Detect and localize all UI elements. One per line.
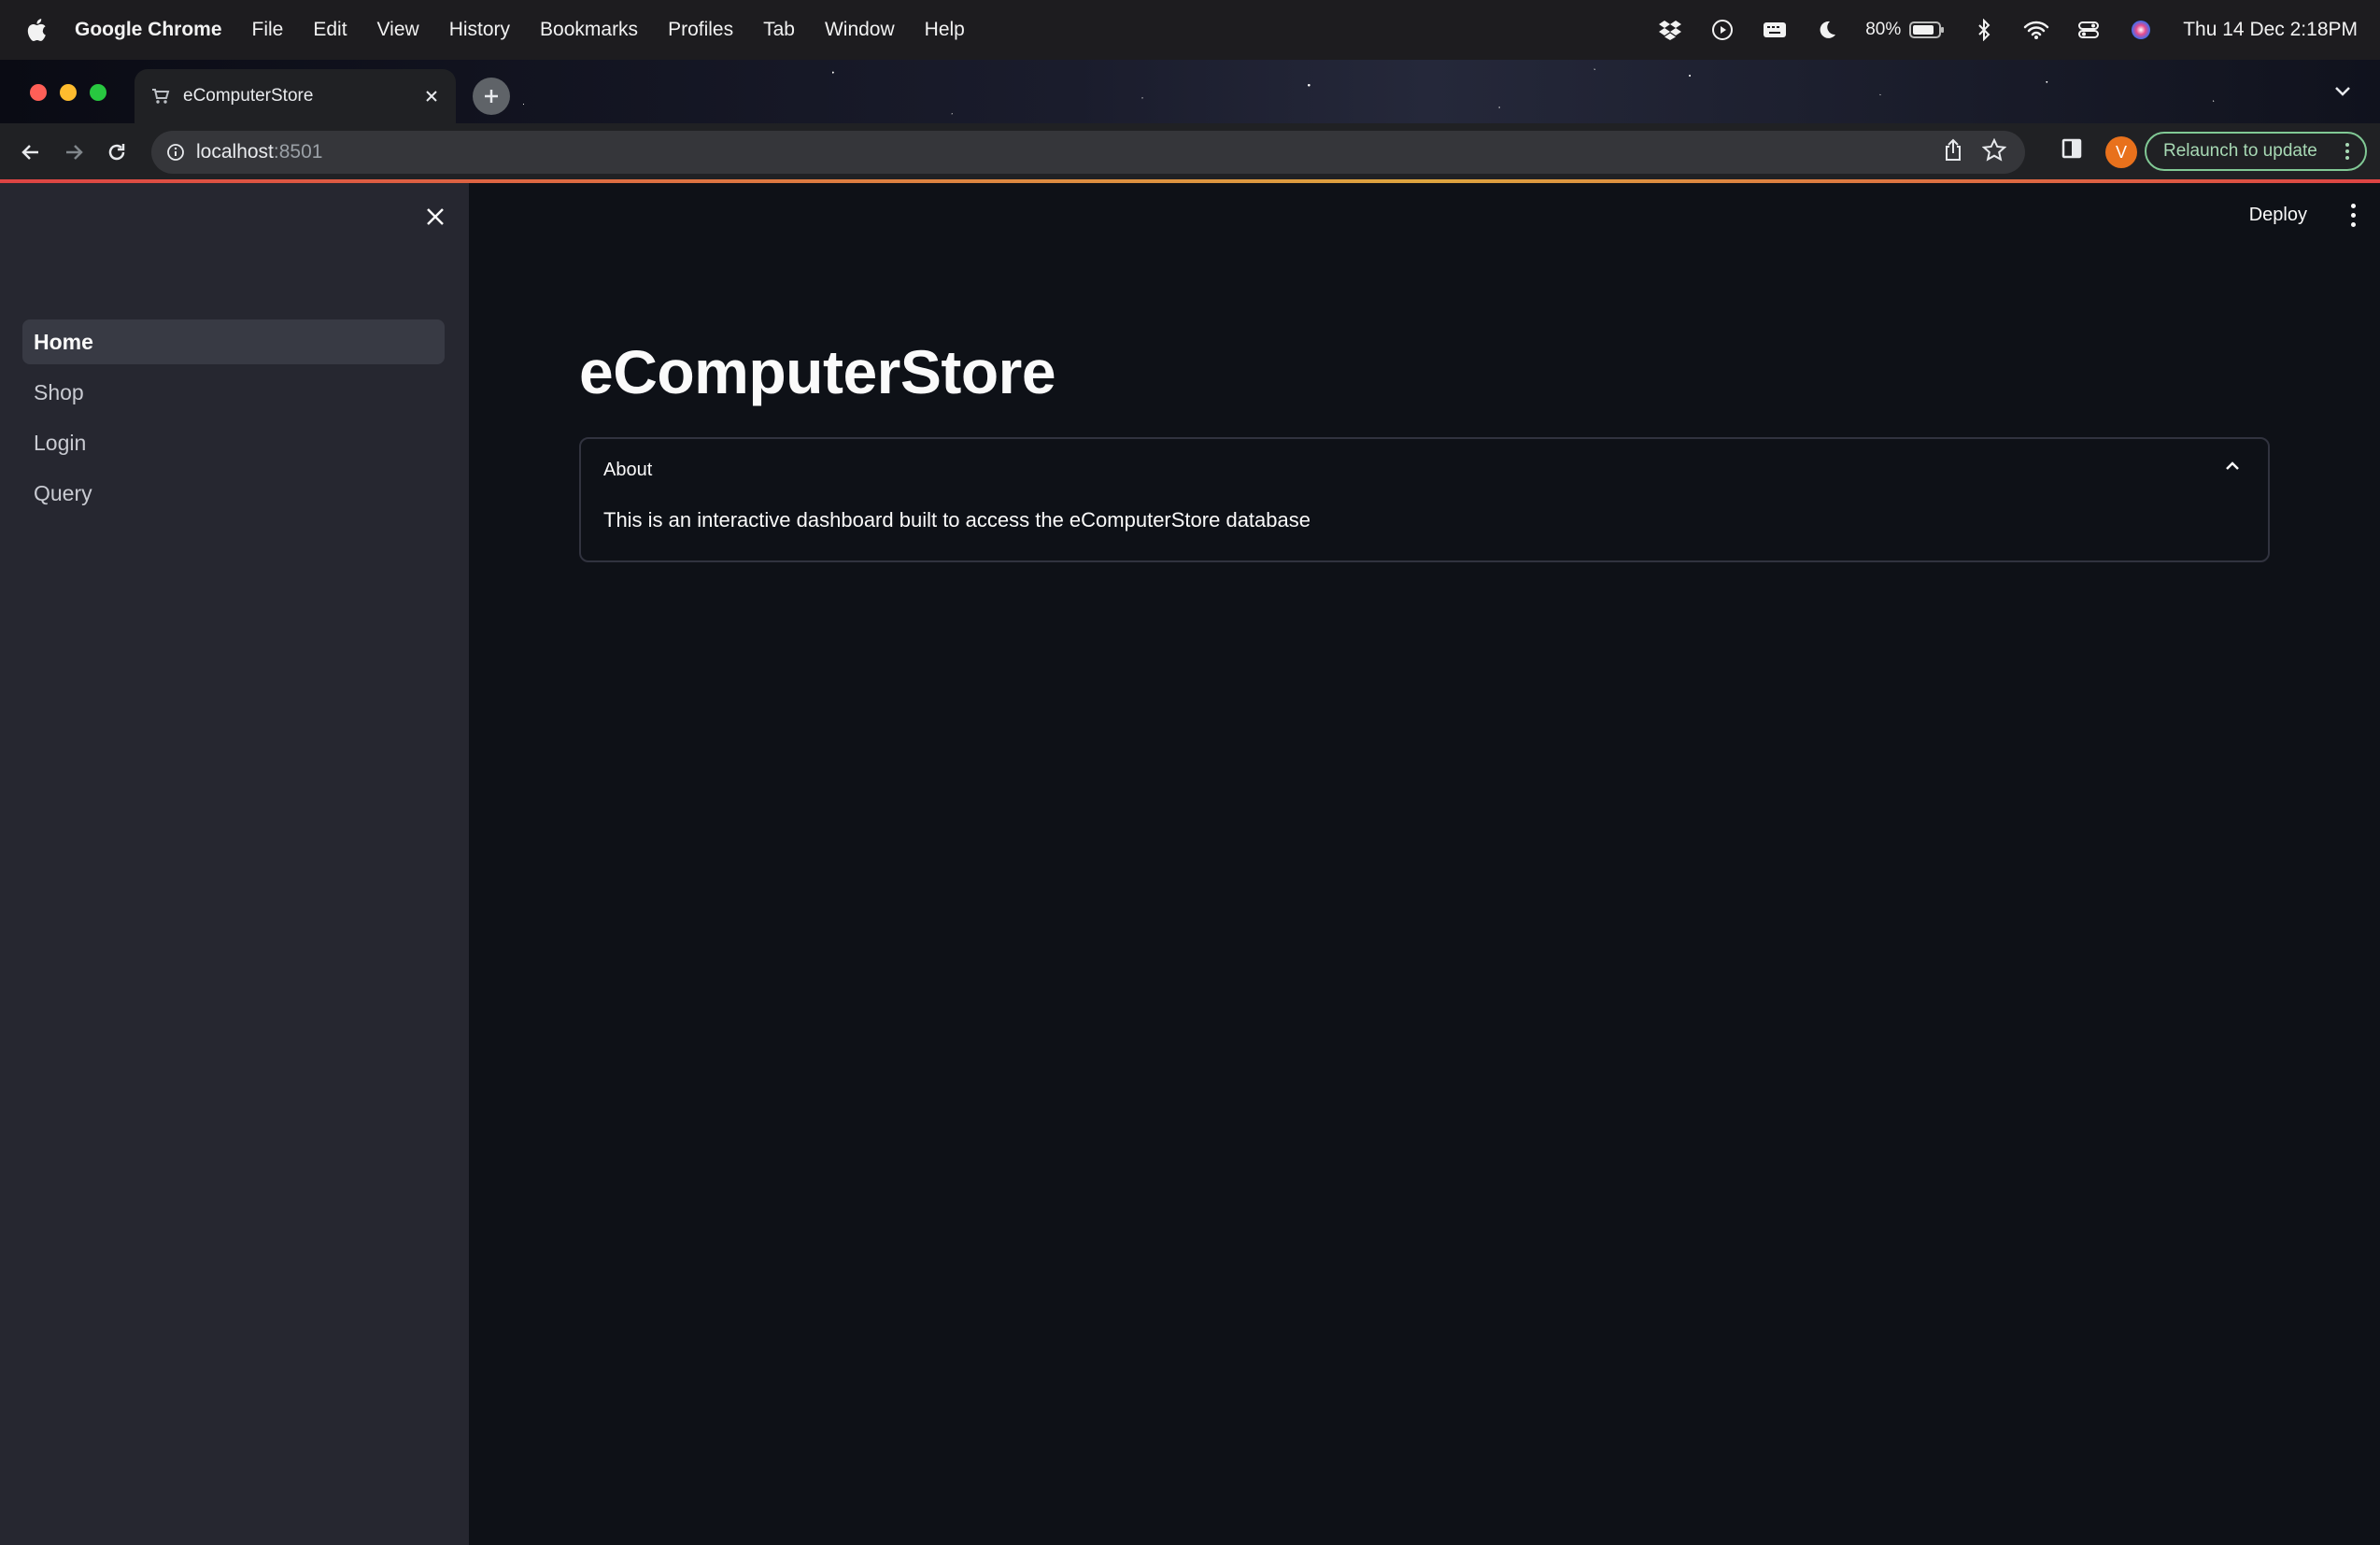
macos-menu-bar: Google Chrome File Edit View History Boo…: [0, 0, 2380, 60]
menubar-status-area: 80% Thu 14 Dec 2:18PM: [1656, 0, 2358, 60]
browser-tab-active[interactable]: eComputerStore: [135, 69, 456, 123]
sidebar-item-query[interactable]: Query: [22, 471, 445, 516]
play-circle-icon[interactable]: [1708, 16, 1736, 44]
back-arrow-icon[interactable]: [17, 138, 45, 166]
menu-tab[interactable]: Tab: [763, 19, 795, 41]
menu-history[interactable]: History: [449, 19, 510, 41]
relaunch-label: Relaunch to update: [2163, 141, 2317, 161]
wifi-icon[interactable]: [2022, 16, 2050, 44]
forward-arrow-icon[interactable]: [60, 138, 88, 166]
battery-percentage: 80%: [1865, 20, 1902, 39]
menu-edit[interactable]: Edit: [313, 19, 347, 41]
main-menu-icon[interactable]: [2348, 203, 2358, 227]
tab-title: eComputerStore: [183, 86, 314, 106]
app-sidebar: Home Shop Login Query: [0, 183, 469, 1545]
plus-icon: [485, 90, 498, 103]
address-bar-actions: [1943, 137, 2007, 167]
menu-view[interactable]: View: [377, 19, 419, 41]
chevron-up-icon[interactable]: [2223, 460, 2242, 477]
cart-icon: [151, 88, 170, 105]
tab-search-chevron-icon[interactable]: [2333, 84, 2352, 102]
site-info-icon[interactable]: [166, 143, 185, 162]
close-window-button[interactable]: [30, 84, 47, 101]
share-icon[interactable]: [1943, 138, 1963, 167]
menu-window[interactable]: Window: [825, 19, 895, 41]
moon-icon[interactable]: [1813, 16, 1841, 44]
page-title: eComputerStore: [579, 337, 1056, 406]
menu-bookmarks[interactable]: Bookmarks: [540, 19, 638, 41]
side-panel-icon[interactable]: [2061, 137, 2083, 164]
sidebar-item-shop[interactable]: Shop: [22, 370, 445, 415]
browser-toolbar: localhost:8501 V Relaunch to update: [0, 123, 2380, 181]
address-bar[interactable]: localhost:8501: [151, 131, 2025, 174]
sidebar-item-home[interactable]: Home: [22, 319, 445, 364]
relaunch-to-update-button[interactable]: Relaunch to update: [2145, 132, 2367, 171]
keyboard-icon[interactable]: [1761, 16, 1789, 44]
menu-help[interactable]: Help: [925, 19, 965, 41]
tab-close-icon[interactable]: [418, 83, 445, 109]
expander-header[interactable]: About: [603, 460, 652, 481]
bluetooth-icon[interactable]: [1970, 16, 1998, 44]
url-host: localhost: [196, 141, 274, 163]
deploy-button[interactable]: Deploy: [2249, 205, 2307, 226]
control-center-icon[interactable]: [2075, 16, 2103, 44]
close-sidebar-icon[interactable]: [420, 202, 450, 232]
new-tab-button[interactable]: [473, 78, 510, 115]
url-port: :8501: [273, 141, 323, 163]
battery-icon[interactable]: [1908, 16, 1946, 44]
expander-body-text: This is an interactive dashboard built t…: [603, 508, 1310, 532]
chrome-menu-icon[interactable]: [2337, 143, 2358, 160]
sidebar-item-login[interactable]: Login: [22, 420, 445, 465]
about-expander: About This is an interactive dashboard b…: [579, 437, 2270, 562]
siri-icon[interactable]: [2127, 16, 2155, 44]
browser-tab-strip: eComputerStore: [0, 60, 2380, 123]
menu-file[interactable]: File: [252, 19, 284, 41]
window-controls: [30, 84, 106, 101]
sidebar-nav: Home Shop Login Query: [22, 319, 445, 521]
zoom-window-button[interactable]: [90, 84, 106, 101]
profile-avatar[interactable]: V: [2105, 136, 2137, 168]
menu-profiles[interactable]: Profiles: [668, 19, 733, 41]
menu-app-name[interactable]: Google Chrome: [75, 19, 222, 41]
bookmark-star-icon[interactable]: [1981, 137, 2007, 167]
app-header-actions: Deploy: [2249, 196, 2380, 234]
apple-icon[interactable]: [26, 18, 49, 42]
dropbox-icon[interactable]: [1656, 16, 1684, 44]
minimize-window-button[interactable]: [60, 84, 77, 101]
menubar-clock[interactable]: Thu 14 Dec 2:18PM: [2183, 19, 2358, 41]
reload-icon[interactable]: [103, 138, 131, 166]
